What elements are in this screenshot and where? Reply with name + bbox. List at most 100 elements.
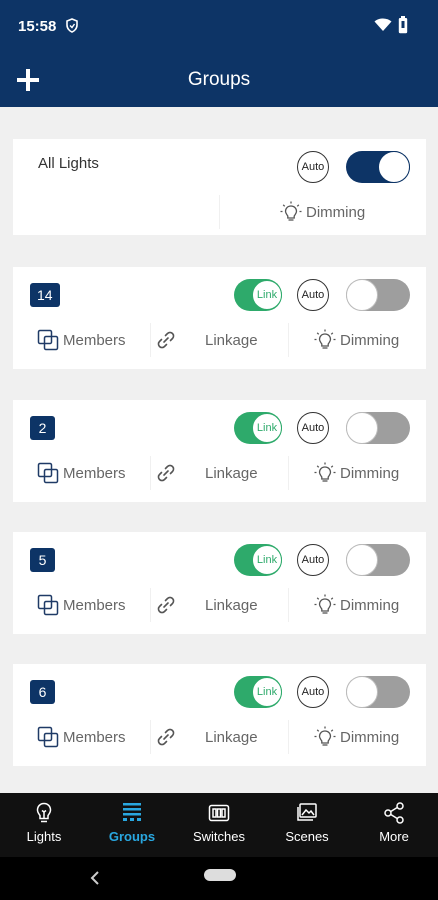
- groups-icon: [123, 803, 141, 821]
- nav-more[interactable]: More: [350, 793, 438, 857]
- auto-button[interactable]: Auto: [297, 544, 329, 576]
- group-card: 2 Link Auto Members Linkage Dimming: [13, 400, 426, 502]
- chain-link-icon: [157, 596, 175, 614]
- members-icon: [37, 329, 59, 351]
- status-time: 15:58: [18, 18, 57, 35]
- nav-label: More: [379, 829, 409, 844]
- nav-lights[interactable]: Lights: [0, 793, 88, 857]
- linkage-label: Linkage: [205, 464, 258, 482]
- share-icon: [384, 802, 404, 824]
- group-card: 6 Link Auto Members Linkage Dimming: [13, 664, 426, 766]
- toggle-knob: [346, 544, 378, 576]
- auto-button[interactable]: Auto: [297, 151, 329, 183]
- link-label: Link: [256, 422, 278, 434]
- app-bar: Groups: [0, 52, 438, 107]
- battery-icon: [398, 16, 408, 34]
- group-number-badge: 14: [30, 283, 60, 307]
- link-switch[interactable]: Link: [234, 279, 282, 311]
- bulb-icon: [314, 726, 336, 746]
- scene-icon: [297, 803, 317, 821]
- divider: [150, 456, 151, 490]
- nav-scenes[interactable]: Scenes: [263, 793, 351, 857]
- members-button[interactable]: Members: [36, 450, 126, 496]
- members-label: Members: [63, 596, 126, 614]
- toggle-knob: [346, 279, 378, 311]
- dimming-button[interactable]: Dimming: [279, 189, 365, 235]
- linkage-button[interactable]: Linkage: [205, 714, 258, 760]
- bulb-icon: [314, 329, 336, 349]
- toggle-knob: [378, 151, 410, 183]
- shield-icon: [66, 18, 78, 33]
- power-toggle[interactable]: [346, 676, 410, 708]
- linkage-label: Linkage: [205, 331, 258, 349]
- group-number-badge: 5: [30, 548, 55, 572]
- dimming-label: Dimming: [340, 464, 400, 482]
- link-switch[interactable]: Link: [234, 676, 282, 708]
- status-bar: 15:58: [0, 0, 438, 52]
- linkage-label: Linkage: [205, 728, 258, 746]
- dimming-button[interactable]: Dimming: [313, 714, 399, 760]
- divider: [150, 323, 151, 357]
- nav-switches[interactable]: Switches: [175, 793, 263, 857]
- nav-label: Scenes: [285, 829, 329, 844]
- linkage-link-button[interactable]: [154, 714, 178, 760]
- dimming-button[interactable]: Dimming: [313, 317, 399, 363]
- chain-link-icon: [157, 464, 175, 482]
- wifi-icon: [374, 18, 392, 31]
- divider: [288, 456, 289, 490]
- bottom-nav: Lights Groups Switches Scenes More: [0, 793, 438, 857]
- auto-button[interactable]: Auto: [297, 279, 329, 311]
- linkage-button[interactable]: Linkage: [205, 582, 258, 628]
- divider: [288, 588, 289, 622]
- system-nav-bar: [0, 857, 438, 900]
- link-label: Link: [256, 686, 278, 698]
- bulb-icon: [280, 201, 302, 221]
- dimming-label: Dimming: [340, 728, 400, 746]
- power-toggle[interactable]: [346, 151, 410, 183]
- members-button[interactable]: Members: [36, 582, 126, 628]
- power-toggle[interactable]: [346, 544, 410, 576]
- back-icon[interactable]: [88, 869, 102, 887]
- dimming-button[interactable]: Dimming: [313, 450, 399, 496]
- divider: [150, 588, 151, 622]
- linkage-link-button[interactable]: [154, 450, 178, 496]
- chain-link-icon: [157, 331, 175, 349]
- linkage-button[interactable]: Linkage: [205, 450, 258, 496]
- members-label: Members: [63, 728, 126, 746]
- auto-button[interactable]: Auto: [297, 412, 329, 444]
- members-icon: [37, 462, 59, 484]
- link-switch[interactable]: Link: [234, 544, 282, 576]
- nav-groups[interactable]: Groups: [88, 793, 176, 857]
- linkage-link-button[interactable]: [154, 317, 178, 363]
- members-label: Members: [63, 331, 126, 349]
- nav-label: Lights: [26, 829, 62, 844]
- linkage-label: Linkage: [205, 596, 258, 614]
- power-toggle[interactable]: [346, 412, 410, 444]
- home-pill[interactable]: [204, 869, 236, 881]
- link-switch[interactable]: Link: [234, 412, 282, 444]
- group-number-badge: 2: [30, 416, 55, 440]
- group-card: 5 Link Auto Members Linkage Dimming: [13, 532, 426, 634]
- auto-button[interactable]: Auto: [297, 676, 329, 708]
- all-lights-card: All Lights Auto Dimming: [13, 139, 426, 235]
- chain-link-icon: [157, 728, 175, 746]
- linkage-button[interactable]: Linkage: [205, 317, 258, 363]
- members-button[interactable]: Members: [36, 317, 126, 363]
- link-label: Link: [256, 554, 278, 566]
- linkage-link-button[interactable]: [154, 582, 178, 628]
- members-icon: [37, 726, 59, 748]
- power-toggle[interactable]: [346, 279, 410, 311]
- divider: [219, 195, 220, 229]
- members-button[interactable]: Members: [36, 714, 126, 760]
- all-lights-label: All Lights: [38, 155, 99, 172]
- dimming-button[interactable]: Dimming: [313, 582, 399, 628]
- nav-label: Switches: [192, 829, 246, 844]
- toggle-knob: [346, 676, 378, 708]
- bulb-icon: [314, 594, 336, 614]
- members-label: Members: [63, 464, 126, 482]
- nav-label: Groups: [108, 829, 156, 844]
- group-number-badge: 6: [30, 680, 55, 704]
- toggle-knob: [346, 412, 378, 444]
- bulb-icon: [314, 462, 336, 482]
- bulb-icon: [36, 802, 52, 823]
